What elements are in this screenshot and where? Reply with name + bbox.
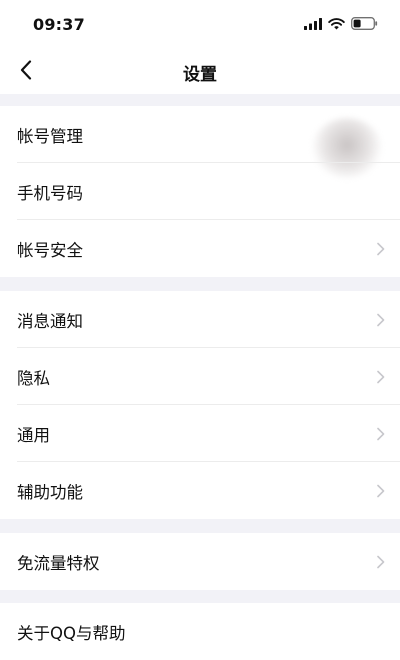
settings-group-about: 关于QQ与帮助 — [0, 603, 400, 660]
row-label: 帐号管理 — [17, 126, 83, 146]
row-label: 消息通知 — [17, 311, 83, 331]
nav-bar: 设置 — [0, 48, 400, 94]
settings-row-account-management[interactable]: 帐号管理 — [0, 106, 400, 163]
row-label: 通用 — [17, 425, 50, 445]
chevron-right-icon — [377, 484, 385, 497]
row-label: 隐私 — [17, 368, 50, 388]
settings-group-data: 免流量特权 — [0, 533, 400, 590]
chevron-right-icon — [377, 427, 385, 440]
row-label: 免流量特权 — [17, 553, 100, 573]
settings-row-phone-number[interactable]: 手机号码 — [0, 163, 400, 220]
row-label: 关于QQ与帮助 — [17, 623, 126, 643]
battery-icon — [351, 17, 378, 30]
row-label: 手机号码 — [17, 183, 83, 203]
settings-row-privacy[interactable]: 隐私 — [0, 348, 400, 405]
chevron-right-icon — [377, 370, 385, 383]
row-label: 辅助功能 — [17, 482, 83, 502]
page-title: 设置 — [183, 65, 217, 85]
status-time: 09:37 — [33, 15, 85, 34]
settings-row-account-security[interactable]: 帐号安全 — [0, 220, 400, 277]
chevron-right-icon — [377, 555, 385, 568]
settings-row-free-data-privilege[interactable]: 免流量特权 — [0, 533, 400, 590]
settings-group-general: 消息通知 隐私 通用 辅助功能 — [0, 291, 400, 519]
settings-row-about-qq-help[interactable]: 关于QQ与帮助 — [0, 603, 400, 660]
settings-group-account: 帐号管理 手机号码 帐号安全 — [0, 106, 400, 277]
wifi-icon — [328, 17, 345, 29]
chevron-right-icon — [377, 313, 385, 326]
row-label: 帐号安全 — [17, 240, 83, 260]
settings-row-accessibility[interactable]: 辅助功能 — [0, 462, 400, 519]
status-icons — [304, 17, 378, 30]
settings-row-general[interactable]: 通用 — [0, 405, 400, 462]
status-bar: 09:37 — [0, 0, 400, 48]
cellular-signal-icon — [304, 17, 322, 30]
chevron-right-icon — [377, 242, 385, 255]
settings-row-notifications[interactable]: 消息通知 — [0, 291, 400, 348]
